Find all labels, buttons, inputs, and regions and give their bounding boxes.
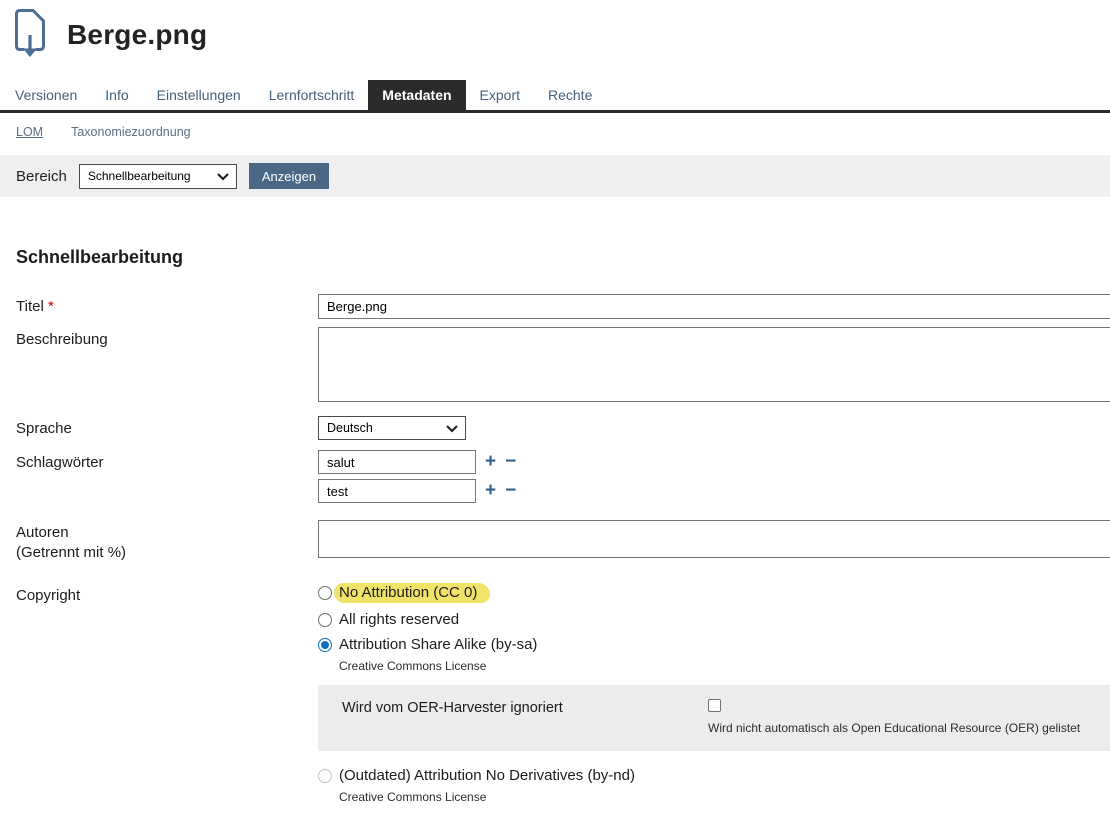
radio-button-disabled[interactable] — [318, 769, 332, 783]
form-row-description: Beschreibung — [16, 327, 1110, 407]
keywords-label: Schlagwörter — [16, 450, 318, 473]
title-input[interactable] — [318, 294, 1110, 319]
tab-export[interactable]: Export — [466, 80, 534, 110]
bereich-select[interactable]: Schnellbearbeitung — [79, 164, 237, 189]
oer-harvester-note: Wird nicht automatisch als Open Educatio… — [708, 721, 1094, 735]
sub-tabbar: LOM Taxonomiezuordnung — [0, 113, 1110, 155]
form-row-authors: Autoren (Getrennt mit %) — [16, 520, 1110, 563]
radio-button[interactable] — [318, 586, 332, 600]
keyword-line: + − — [318, 479, 1110, 503]
description-label: Beschreibung — [16, 327, 318, 350]
keyword-input-2[interactable] — [318, 479, 476, 503]
copyright-option-cc0: No Attribution (CC 0) — [318, 583, 1110, 603]
tab-rechte[interactable]: Rechte — [534, 80, 606, 110]
tab-einstellungen[interactable]: Einstellungen — [143, 80, 255, 110]
anzeigen-button[interactable]: Anzeigen — [249, 163, 329, 189]
remove-keyword-button[interactable]: − — [505, 453, 516, 471]
copyright-option-all-rights: All rights reserved — [318, 611, 1110, 628]
main-tabbar: Versionen Info Einstellungen Lernfortsch… — [0, 80, 1110, 113]
option-label[interactable]: All rights reserved — [339, 611, 459, 628]
cc-license-note: Creative Commons License — [339, 790, 1110, 804]
remove-keyword-button[interactable]: − — [505, 482, 516, 500]
radio-button[interactable] — [318, 613, 332, 627]
copyright-option-by-nd: (Outdated) Attribution No Derivatives (b… — [318, 767, 1110, 784]
tab-versionen[interactable]: Versionen — [0, 80, 91, 110]
option-label[interactable]: Attribution Share Alike (by-sa) — [339, 636, 537, 653]
file-download-icon — [10, 8, 50, 63]
highlighted-option-label[interactable]: No Attribution (CC 0) — [334, 583, 490, 603]
bereich-select-wrap: Schnellbearbeitung — [79, 164, 237, 189]
bereich-label: Bereich — [16, 168, 67, 185]
option-label[interactable]: (Outdated) Attribution No Derivatives (b… — [339, 767, 635, 784]
oer-harvester-label: Wird vom OER-Harvester ignoriert — [342, 699, 708, 737]
form-row-copyright: Copyright No Attribution (CC 0) All righ… — [16, 583, 1110, 816]
authors-input[interactable] — [318, 520, 1110, 558]
radio-button-checked[interactable] — [318, 638, 332, 652]
title-label: Titel * — [16, 294, 318, 317]
add-keyword-button[interactable]: + — [485, 453, 496, 471]
language-label: Sprache — [16, 416, 318, 439]
copyright-label: Copyright — [16, 583, 318, 606]
tab-lernfortschritt[interactable]: Lernfortschritt — [255, 80, 369, 110]
subtab-lom[interactable]: LOM — [16, 125, 43, 139]
quick-edit-form: Schnellbearbeitung Titel * Beschreibung … — [0, 197, 1110, 816]
oer-harvester-checkbox[interactable] — [708, 699, 721, 712]
form-row-title: Titel * — [16, 294, 1110, 319]
description-textarea[interactable] — [318, 327, 1110, 402]
language-select-wrap: Deutsch — [318, 416, 466, 440]
required-marker: * — [48, 298, 54, 315]
copyright-option-by-sa: Attribution Share Alike (by-sa) — [318, 636, 1110, 653]
page-title: Berge.png — [67, 19, 207, 51]
keyword-line: + − — [318, 450, 1110, 474]
language-select[interactable]: Deutsch — [318, 416, 466, 440]
page-header: Berge.png — [0, 0, 1110, 72]
authors-label: Autoren (Getrennt mit %) — [16, 520, 318, 563]
section-heading: Schnellbearbeitung — [16, 247, 1110, 268]
form-row-keywords: Schlagwörter + − + − — [16, 450, 1110, 508]
bereich-toolbar: Bereich Schnellbearbeitung Anzeigen — [0, 155, 1110, 197]
tab-info[interactable]: Info — [91, 80, 142, 110]
keyword-input-1[interactable] — [318, 450, 476, 474]
tab-metadaten[interactable]: Metadaten — [368, 80, 465, 110]
cc-license-note: Creative Commons License — [339, 659, 1110, 673]
add-keyword-button[interactable]: + — [485, 482, 496, 500]
subtab-taxonomiezuordnung[interactable]: Taxonomiezuordnung — [71, 125, 191, 139]
oer-harvester-box: Wird vom OER-Harvester ignoriert Wird ni… — [318, 685, 1110, 751]
form-row-language: Sprache Deutsch — [16, 416, 1110, 440]
